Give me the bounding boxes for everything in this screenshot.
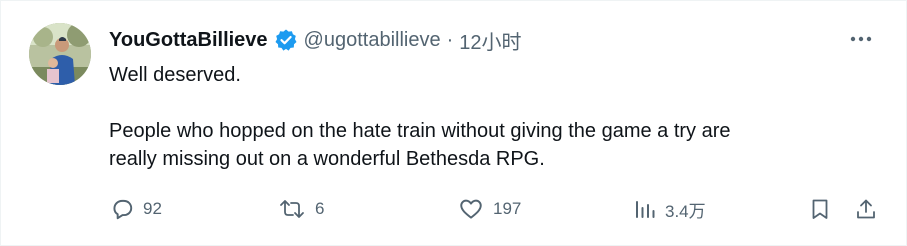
- like-count: 197: [493, 199, 522, 218]
- bookmark-button[interactable]: [808, 194, 832, 224]
- avatar-image: [29, 23, 91, 85]
- tweet-actions: 92 6 197 3.4万: [109, 194, 879, 224]
- retweet-count: 6: [315, 199, 325, 218]
- verified-badge-icon: [274, 28, 298, 52]
- tweet-card[interactable]: YouGottaBillieve @ugottabillieve · 12小时 …: [0, 0, 907, 246]
- bookmark-icon: [812, 199, 828, 219]
- heart-icon: [460, 199, 482, 219]
- tweet-text-line: Well deserved.: [109, 64, 241, 86]
- user-handle[interactable]: @ugottabillieve: [304, 29, 441, 52]
- views-count: 3.4万: [665, 201, 706, 221]
- tweet-text-line: People who hopped on the hate train with…: [109, 120, 731, 142]
- display-name[interactable]: YouGottaBillieve: [109, 29, 268, 52]
- tweet-header: YouGottaBillieve @ugottabillieve · 12小时: [109, 25, 522, 55]
- more-options-icon[interactable]: [846, 29, 876, 49]
- retweet-button[interactable]: 6: [277, 194, 324, 224]
- reply-icon: [113, 199, 133, 220]
- tweet-text: Well deserved. People who hopped on the …: [109, 61, 869, 173]
- avatar[interactable]: [29, 23, 91, 85]
- like-button[interactable]: 197: [457, 194, 521, 224]
- reply-count: 92: [143, 199, 162, 218]
- retweet-icon: [280, 200, 304, 218]
- views-chart-icon: [636, 201, 655, 218]
- share-button[interactable]: [854, 194, 878, 224]
- timestamp[interactable]: 12小时: [459, 26, 521, 55]
- views-button[interactable]: 3.4万: [633, 194, 706, 224]
- reply-button[interactable]: 92: [109, 194, 162, 224]
- share-icon: [857, 199, 875, 219]
- tweet-text-line: really missing out on a wonderful Bethes…: [109, 148, 545, 170]
- separator-dot: ·: [446, 28, 454, 51]
